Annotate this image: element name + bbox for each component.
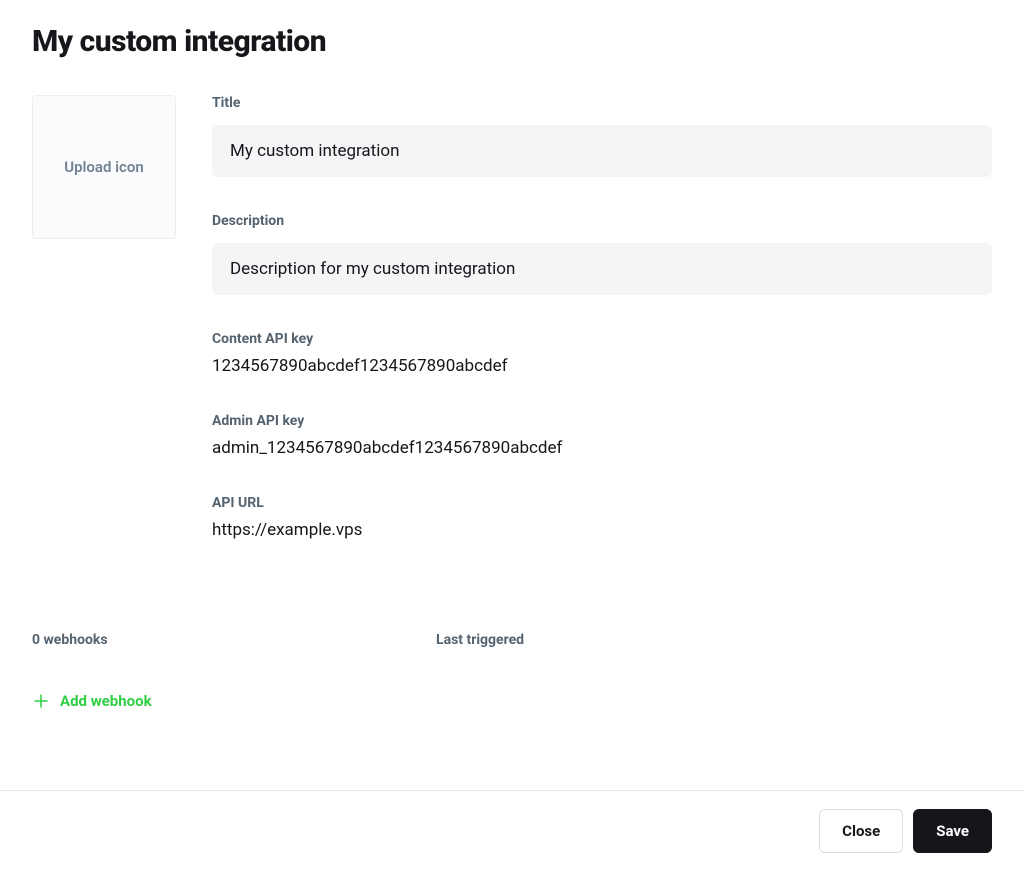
api-url-label: API URL [212, 495, 992, 511]
plus-icon [32, 692, 50, 710]
close-button[interactable]: Close [819, 809, 903, 853]
webhooks-last-triggered-label: Last triggered [436, 632, 524, 648]
title-label: Title [212, 95, 992, 111]
content-api-key-label: Content API key [212, 331, 992, 347]
upload-icon-box[interactable]: Upload icon [32, 95, 176, 239]
admin-api-key-label: Admin API key [212, 413, 992, 429]
add-webhook-label: Add webhook [60, 692, 152, 710]
add-webhook-button[interactable]: Add webhook [32, 692, 152, 710]
footer: Close Save [0, 790, 1024, 877]
save-button[interactable]: Save [913, 809, 992, 853]
webhooks-count-label: 0 webhooks [32, 632, 436, 648]
upload-icon-label: Upload icon [64, 158, 144, 176]
page-title: My custom integration [32, 24, 992, 59]
api-url-value[interactable]: https://example.vps [212, 519, 992, 543]
title-input[interactable] [212, 125, 992, 177]
content-api-key-value[interactable]: 1234567890abcdef1234567890abcdef [212, 355, 992, 379]
description-input[interactable] [212, 243, 992, 295]
description-label: Description [212, 213, 992, 229]
admin-api-key-value[interactable]: admin_1234567890abcdef1234567890abcdef [212, 437, 992, 461]
